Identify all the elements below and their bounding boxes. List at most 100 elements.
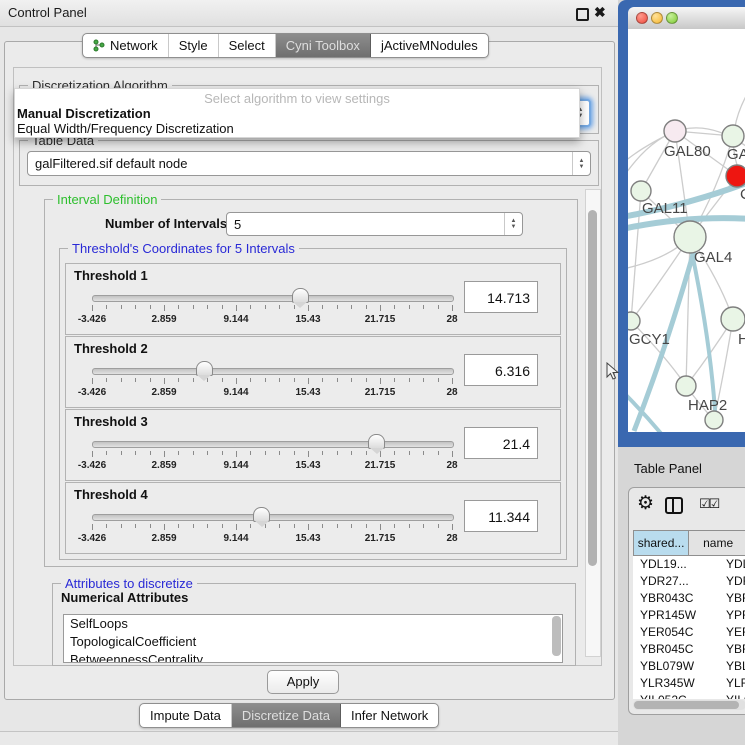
slider-track[interactable]: [92, 441, 454, 448]
tab-infer-network[interactable]: Infer Network: [341, 704, 438, 727]
num-intervals-combobox[interactable]: 5 ▲▼: [226, 212, 523, 236]
slider-handle[interactable]: [292, 288, 309, 303]
slider-track[interactable]: [92, 295, 454, 302]
table-row[interactable]: YIL052CYIL0: [633, 692, 745, 699]
table-horizontal-scrollbar[interactable]: [633, 700, 745, 710]
slider-tick: [351, 378, 352, 382]
cell-shared-name[interactable]: YLR345W: [633, 675, 719, 692]
cell-shared-name[interactable]: YBR045C: [633, 641, 719, 658]
tab-network[interactable]: Network: [83, 34, 169, 57]
combo-stepper-icon[interactable]: ▲▼: [504, 213, 522, 235]
table-row[interactable]: YPR145WYPR1: [633, 607, 745, 624]
attribute-list-item[interactable]: TopologicalCoefficient: [64, 633, 562, 651]
network-node-label: HAP2: [688, 397, 727, 414]
threshold-3-value-field[interactable]: 21.4: [464, 427, 538, 459]
threshold-4-value-field[interactable]: 11.344: [464, 500, 538, 532]
network-canvas[interactable]: GAL80GACGAL11GAL4GCY1HHAP2: [628, 29, 745, 432]
cell-shared-name[interactable]: YER054C: [633, 624, 719, 641]
network-node-label: GAL11: [642, 200, 688, 217]
slider-handle[interactable]: [196, 361, 213, 376]
slider-tick: [193, 524, 194, 528]
table-row[interactable]: YBR043CYBR0: [633, 590, 745, 607]
slider-track[interactable]: [92, 368, 454, 375]
table-row[interactable]: YBR045CYBR0: [633, 641, 745, 658]
tab-select[interactable]: Select: [219, 34, 276, 57]
slider-track[interactable]: [92, 514, 454, 521]
popup-item-equal-width-frequency[interactable]: Equal Width/Frequency Discretization: [17, 121, 234, 136]
tab-cyni-toolbox[interactable]: Cyni Toolbox: [276, 34, 371, 57]
threshold-3-slider[interactable]: -3.4262.8599.14415.4321.71528: [92, 434, 452, 474]
cell-name[interactable]: YER0: [719, 624, 745, 641]
threshold-3-panel: Threshold 3 -3.4262.8599.14415.4321.7152…: [65, 409, 561, 481]
threshold-2-value-field[interactable]: 6.316: [464, 354, 538, 386]
cell-shared-name[interactable]: YDL19...: [633, 556, 719, 573]
interval-definition-group: Interval Definition Number of Intervals …: [44, 199, 578, 567]
slider-tick: [423, 305, 424, 309]
table-row[interactable]: YDR27...YDR2: [633, 573, 745, 590]
cell-name[interactable]: YLR3: [719, 675, 745, 692]
scrollbar-thumb[interactable]: [634, 701, 739, 709]
scrollbar-thumb[interactable]: [588, 210, 597, 566]
select-columns-icons[interactable]: ☑☑: [699, 496, 718, 512]
column-header-shared-name[interactable]: shared...: [633, 530, 689, 556]
cell-name[interactable]: YBL0: [719, 658, 745, 675]
cell-shared-name[interactable]: YBR043C: [633, 590, 719, 607]
tab-style[interactable]: Style: [169, 34, 219, 57]
gear-icon[interactable]: ⚙: [637, 492, 654, 515]
cell-name[interactable]: YDR2: [719, 573, 745, 590]
network-node-ga[interactable]: [722, 125, 744, 147]
slider-tick-label: -3.426: [78, 387, 106, 398]
cell-shared-name[interactable]: YBL079W: [633, 658, 719, 675]
network-node-gal11[interactable]: [631, 181, 651, 201]
cell-shared-name[interactable]: YDR27...: [633, 573, 719, 590]
table-data-combobox[interactable]: galFiltered.sif default node ▲▼: [27, 151, 591, 176]
apply-button[interactable]: Apply: [267, 670, 339, 694]
tab-impute-data[interactable]: Impute Data: [140, 704, 232, 727]
table-row[interactable]: YBL079WYBL0: [633, 658, 745, 675]
network-node-h[interactable]: [721, 307, 745, 331]
slider-handle[interactable]: [253, 507, 270, 522]
attribute-list-item[interactable]: SelfLoops: [64, 615, 562, 633]
numerical-attributes-list[interactable]: SelfLoopsTopologicalCoefficientBetweenne…: [63, 614, 563, 663]
cell-name[interactable]: YDL1: [719, 556, 745, 573]
close-traffic-light-icon[interactable]: [636, 12, 648, 24]
slider-tick: [380, 378, 381, 384]
threshold-2-slider[interactable]: -3.4262.8599.14415.4321.71528: [92, 361, 452, 401]
network-node-c[interactable]: [726, 165, 745, 187]
combo-stepper-icon[interactable]: ▲▼: [572, 152, 590, 175]
table-row[interactable]: YER054CYER0: [633, 624, 745, 641]
network-node-gal80[interactable]: [664, 120, 686, 142]
cell-name[interactable]: YIL0: [719, 692, 745, 699]
cell-name[interactable]: YPR1: [719, 607, 745, 624]
zoom-traffic-light-icon[interactable]: [666, 12, 678, 24]
cell-name[interactable]: YBR0: [719, 590, 745, 607]
popup-item-manual-discretization[interactable]: Manual Discretization: [17, 106, 151, 121]
column-header-name[interactable]: name: [689, 530, 745, 556]
split-panel-icon[interactable]: [665, 497, 683, 514]
slider-tick: [409, 451, 410, 455]
close-icon[interactable]: ✖: [594, 4, 606, 21]
settings-vertical-scrollbar[interactable]: [585, 189, 601, 657]
slider-tick: [438, 524, 439, 528]
threshold-1-value-field[interactable]: 14.713: [464, 281, 538, 313]
threshold-4-slider[interactable]: -3.4262.8599.14415.4321.71528: [92, 507, 452, 547]
cyni-mode-tab-bar: Impute DataDiscretize DataInfer Network: [139, 703, 439, 728]
cell-shared-name[interactable]: YPR145W: [633, 607, 719, 624]
control-panel-titlebar: Control Panel ✖: [0, 0, 618, 27]
slider-handle[interactable]: [368, 434, 385, 449]
tab-discretize-data[interactable]: Discretize Data: [232, 704, 341, 727]
threshold-1-slider[interactable]: -3.4262.8599.14415.4321.71528: [92, 288, 452, 328]
cell-shared-name[interactable]: YIL052C: [633, 692, 719, 699]
minimize-traffic-light-icon[interactable]: [651, 12, 663, 24]
slider-tick: [150, 305, 151, 309]
network-node[interactable]: [705, 411, 723, 429]
cell-name[interactable]: YBR0: [719, 641, 745, 658]
attributes-list-scrollbar[interactable]: [552, 616, 561, 656]
float-icon[interactable]: [576, 8, 589, 21]
tab-jactivemnodules[interactable]: jActiveMNodules: [371, 34, 488, 57]
table-row[interactable]: YLR345WYLR3: [633, 675, 745, 692]
table-row[interactable]: YDL19...YDL1: [633, 556, 745, 573]
network-node-gcy1[interactable]: [628, 312, 640, 330]
network-node-hap2[interactable]: [676, 376, 696, 396]
attribute-list-item[interactable]: BetweennessCentrality: [64, 651, 562, 663]
